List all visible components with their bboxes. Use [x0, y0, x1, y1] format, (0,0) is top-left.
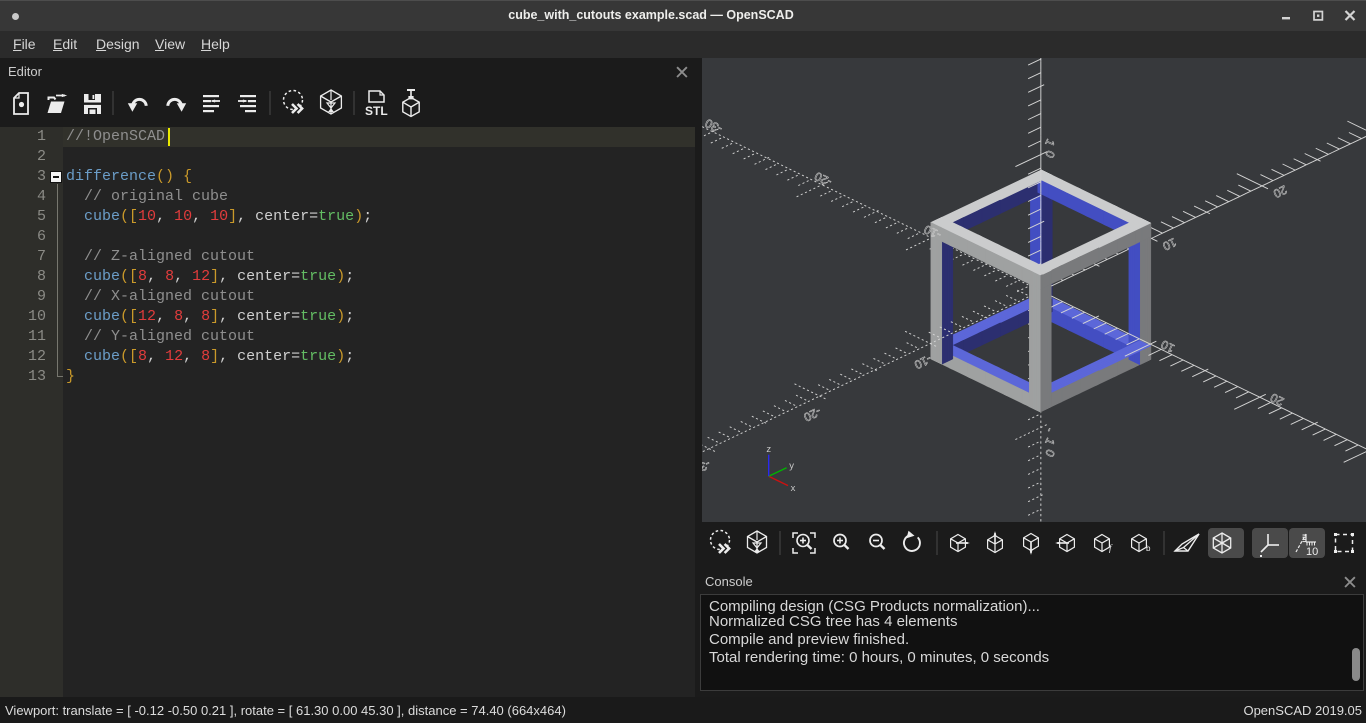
svg-text:-20: -20 [812, 169, 834, 189]
svg-text:0: 0 [1042, 148, 1058, 160]
svg-text:0: 0 [1042, 447, 1058, 459]
svg-text:1: 1 [1042, 436, 1058, 448]
svg-text:-20: -20 [801, 404, 823, 424]
svg-text:-30: -30 [703, 116, 725, 136]
svg-text:b: b [1146, 544, 1151, 553]
svg-text:10: 10 [1158, 337, 1176, 356]
svg-text:x: x [791, 483, 796, 494]
svg-text:-10: -10 [912, 352, 934, 372]
svg-text:1: 1 [1042, 137, 1058, 149]
svg-text:10: 10 [1306, 546, 1318, 558]
svg-text:10: 10 [1160, 235, 1178, 254]
svg-text:STL: STL [365, 104, 388, 118]
svg-text:20: 20 [1268, 390, 1286, 409]
svg-text:20: 20 [1271, 182, 1289, 201]
svg-text:f: f [1109, 543, 1113, 553]
svg-text:-: - [1043, 425, 1057, 435]
svg-text:z: z [766, 444, 771, 455]
svg-text:-30: -30 [702, 457, 713, 477]
svg-text:y: y [789, 461, 794, 472]
